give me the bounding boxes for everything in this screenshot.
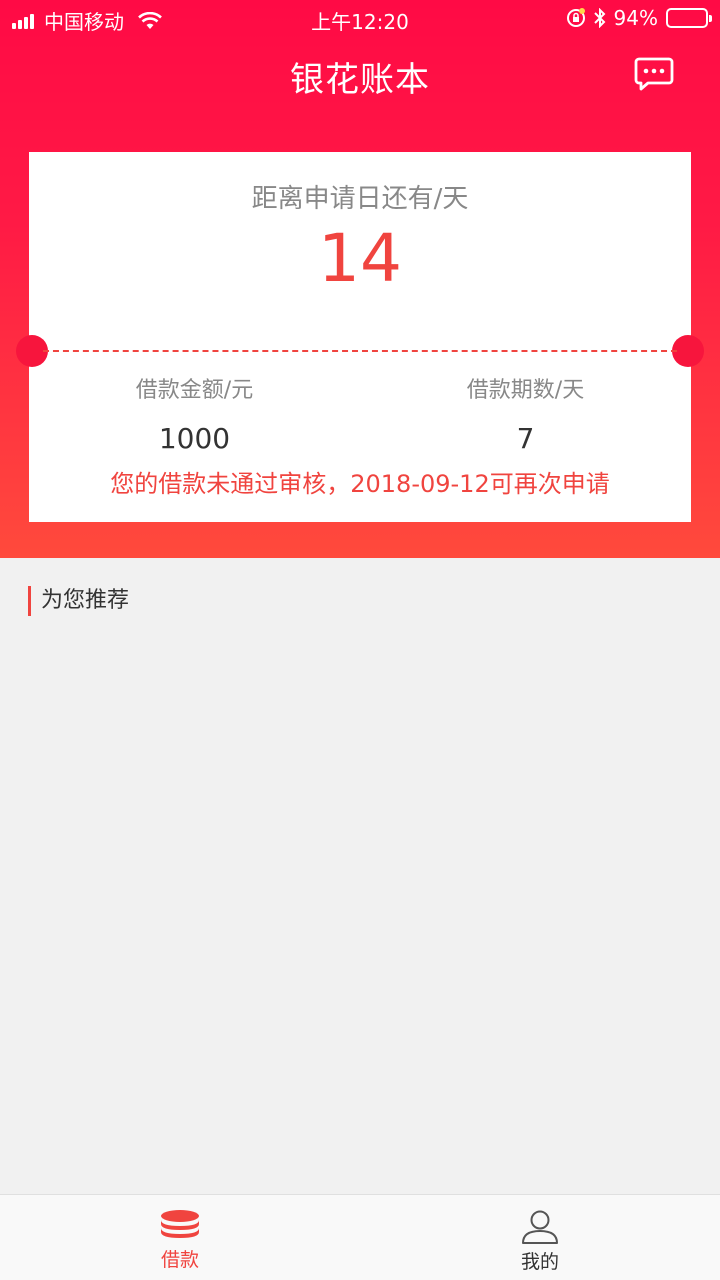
tab-bar: 借款 我的	[0, 1194, 720, 1280]
app-screen: 中国移动 上午12:20 94% 银花账本 距离申请日还有/天 14 借款金额/…	[0, 0, 720, 1280]
status-bar: 中国移动 上午12:20 94%	[0, 0, 720, 40]
countdown-value: 14	[318, 220, 402, 297]
loan-period-label: 借款期数/天	[466, 378, 585, 403]
orientation-lock-icon	[566, 8, 585, 27]
recommend-section-title: 为您推荐	[28, 586, 129, 616]
battery-percent: 94%	[613, 6, 658, 30]
loan-period-value: 7	[516, 422, 535, 455]
tab-loan[interactable]: 借款	[0, 1195, 360, 1280]
message-button[interactable]	[634, 56, 674, 92]
tab-loan-label: 借款	[160, 1249, 199, 1271]
loan-amount: 借款金额/元 1000	[29, 372, 360, 455]
chat-bubble-icon	[634, 57, 674, 91]
loan-amount-label: 借款金额/元	[135, 378, 254, 403]
coins-stack-icon	[161, 1210, 199, 1238]
header-background: 中国移动 上午12:20 94% 银花账本 距离申请日还有/天 14 借款金额/…	[0, 0, 720, 558]
bluetooth-icon	[593, 8, 605, 28]
loan-status-card: 距离申请日还有/天 14 借款金额/元 1000 借款期数/天 7 您的借款未通…	[16, 152, 704, 522]
status-right: 94%	[566, 6, 712, 30]
tab-mine-label: 我的	[520, 1251, 559, 1273]
dashed-divider	[43, 350, 677, 352]
rejection-notice: 您的借款未通过审核，2018-09-12可再次申请	[110, 470, 610, 498]
countdown-label: 距离申请日还有/天	[251, 184, 469, 214]
user-icon	[522, 1210, 558, 1244]
loan-amount-value: 1000	[158, 422, 231, 455]
tab-mine[interactable]: 我的	[360, 1195, 720, 1280]
battery-icon	[666, 8, 712, 28]
page-title: 银花账本	[290, 60, 430, 100]
loan-period: 借款期数/天 7	[360, 372, 691, 455]
